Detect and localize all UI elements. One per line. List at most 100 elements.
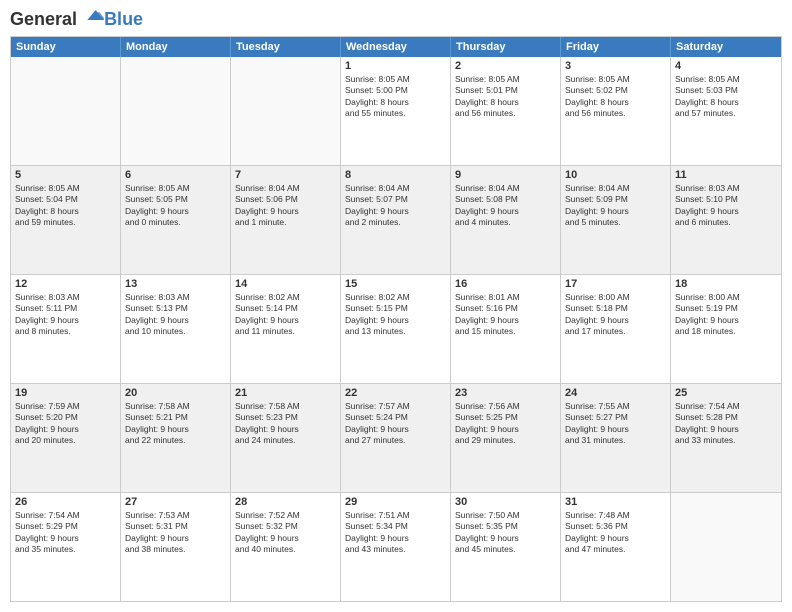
day-number: 25	[675, 387, 777, 399]
day-cell-27: 27 Sunrise: 7:53 AMSunset: 5:31 PMDayligh…	[121, 493, 231, 601]
day-number: 11	[675, 169, 777, 181]
day-info: Sunrise: 8:04 AMSunset: 5:07 PMDaylight:…	[345, 183, 446, 229]
day-info: Sunrise: 7:57 AMSunset: 5:24 PMDaylight:…	[345, 401, 446, 447]
day-number: 18	[675, 278, 777, 290]
day-cell-12: 12 Sunrise: 8:03 AMSunset: 5:11 PMDayligh…	[11, 275, 121, 383]
day-number: 7	[235, 169, 336, 181]
day-cell-21: 21 Sunrise: 7:58 AMSunset: 5:23 PMDayligh…	[231, 384, 341, 492]
day-number: 19	[15, 387, 116, 399]
day-info: Sunrise: 8:02 AMSunset: 5:14 PMDaylight:…	[235, 292, 336, 338]
day-cell-6: 6 Sunrise: 8:05 AMSunset: 5:05 PMDaylight…	[121, 166, 231, 274]
day-info: Sunrise: 8:05 AMSunset: 5:00 PMDaylight:…	[345, 74, 446, 120]
week-row-1: 5 Sunrise: 8:05 AMSunset: 5:04 PMDaylight…	[11, 165, 781, 274]
day-number: 22	[345, 387, 446, 399]
day-number: 12	[15, 278, 116, 290]
calendar: SundayMondayTuesdayWednesdayThursdayFrid…	[10, 36, 782, 602]
day-number: 24	[565, 387, 666, 399]
day-cell-28: 28 Sunrise: 7:52 AMSunset: 5:32 PMDayligh…	[231, 493, 341, 601]
day-info: Sunrise: 8:03 AMSunset: 5:10 PMDaylight:…	[675, 183, 777, 229]
day-cell-3: 3 Sunrise: 8:05 AMSunset: 5:02 PMDaylight…	[561, 57, 671, 165]
week-row-3: 19 Sunrise: 7:59 AMSunset: 5:20 PMDayligh…	[11, 383, 781, 492]
day-cell-10: 10 Sunrise: 8:04 AMSunset: 5:09 PMDayligh…	[561, 166, 671, 274]
day-cell-16: 16 Sunrise: 8:01 AMSunset: 5:16 PMDayligh…	[451, 275, 561, 383]
header-day-thursday: Thursday	[451, 37, 561, 57]
week-row-4: 26 Sunrise: 7:54 AMSunset: 5:29 PMDayligh…	[11, 492, 781, 601]
day-info: Sunrise: 8:05 AMSunset: 5:02 PMDaylight:…	[565, 74, 666, 120]
day-info: Sunrise: 8:02 AMSunset: 5:15 PMDaylight:…	[345, 292, 446, 338]
day-number: 6	[125, 169, 226, 181]
logo: General Blue	[10, 10, 143, 30]
day-number: 1	[345, 60, 446, 72]
day-number: 5	[15, 169, 116, 181]
day-number: 16	[455, 278, 556, 290]
day-info: Sunrise: 8:05 AMSunset: 5:01 PMDaylight:…	[455, 74, 556, 120]
day-cell-5: 5 Sunrise: 8:05 AMSunset: 5:04 PMDaylight…	[11, 166, 121, 274]
day-number: 13	[125, 278, 226, 290]
day-cell-19: 19 Sunrise: 7:59 AMSunset: 5:20 PMDayligh…	[11, 384, 121, 492]
week-row-0: 1 Sunrise: 8:05 AMSunset: 5:00 PMDaylight…	[11, 57, 781, 165]
day-info: Sunrise: 7:56 AMSunset: 5:25 PMDaylight:…	[455, 401, 556, 447]
day-number: 9	[455, 169, 556, 181]
day-info: Sunrise: 8:05 AMSunset: 5:03 PMDaylight:…	[675, 74, 777, 120]
day-number: 30	[455, 496, 556, 508]
day-number: 3	[565, 60, 666, 72]
logo-blue: Blue	[104, 10, 143, 30]
header-day-monday: Monday	[121, 37, 231, 57]
day-info: Sunrise: 7:55 AMSunset: 5:27 PMDaylight:…	[565, 401, 666, 447]
day-info: Sunrise: 8:03 AMSunset: 5:13 PMDaylight:…	[125, 292, 226, 338]
day-number: 23	[455, 387, 556, 399]
empty-cell	[11, 57, 121, 165]
day-number: 31	[565, 496, 666, 508]
header-day-sunday: Sunday	[11, 37, 121, 57]
day-cell-30: 30 Sunrise: 7:50 AMSunset: 5:35 PMDayligh…	[451, 493, 561, 601]
day-cell-24: 24 Sunrise: 7:55 AMSunset: 5:27 PMDayligh…	[561, 384, 671, 492]
empty-cell	[121, 57, 231, 165]
day-cell-7: 7 Sunrise: 8:04 AMSunset: 5:06 PMDaylight…	[231, 166, 341, 274]
day-info: Sunrise: 8:01 AMSunset: 5:16 PMDaylight:…	[455, 292, 556, 338]
day-info: Sunrise: 7:48 AMSunset: 5:36 PMDaylight:…	[565, 510, 666, 556]
day-number: 14	[235, 278, 336, 290]
day-cell-17: 17Sunrise: 8:00 AMSunset: 5:18 PMDayligh…	[561, 275, 671, 383]
header-day-saturday: Saturday	[671, 37, 781, 57]
day-number: 20	[125, 387, 226, 399]
day-info: Sunrise: 7:58 AMSunset: 5:23 PMDaylight:…	[235, 401, 336, 447]
day-cell-14: 14 Sunrise: 8:02 AMSunset: 5:14 PMDayligh…	[231, 275, 341, 383]
day-number: 8	[345, 169, 446, 181]
logo-icon	[84, 5, 104, 25]
week-row-2: 12 Sunrise: 8:03 AMSunset: 5:11 PMDayligh…	[11, 274, 781, 383]
day-info: Sunrise: 8:04 AMSunset: 5:06 PMDaylight:…	[235, 183, 336, 229]
day-cell-2: 2Sunrise: 8:05 AMSunset: 5:01 PMDaylight…	[451, 57, 561, 165]
header-day-tuesday: Tuesday	[231, 37, 341, 57]
day-cell-1: 1 Sunrise: 8:05 AMSunset: 5:00 PMDaylight…	[341, 57, 451, 165]
day-info: Sunrise: 7:59 AMSunset: 5:20 PMDaylight:…	[15, 401, 116, 447]
day-info: Sunrise: 8:03 AMSunset: 5:11 PMDaylight:…	[15, 292, 116, 338]
day-number: 28	[235, 496, 336, 508]
day-info: Sunrise: 7:54 AMSunset: 5:28 PMDaylight:…	[675, 401, 777, 447]
day-info: Sunrise: 7:54 AMSunset: 5:29 PMDaylight:…	[15, 510, 116, 556]
day-info: Sunrise: 7:50 AMSunset: 5:35 PMDaylight:…	[455, 510, 556, 556]
day-info: Sunrise: 7:58 AMSunset: 5:21 PMDaylight:…	[125, 401, 226, 447]
day-cell-9: 9Sunrise: 8:04 AMSunset: 5:08 PMDaylight…	[451, 166, 561, 274]
day-info: Sunrise: 8:04 AMSunset: 5:09 PMDaylight:…	[565, 183, 666, 229]
day-info: Sunrise: 7:52 AMSunset: 5:32 PMDaylight:…	[235, 510, 336, 556]
day-number: 10	[565, 169, 666, 181]
calendar-header: SundayMondayTuesdayWednesdayThursdayFrid…	[11, 37, 781, 57]
day-number: 21	[235, 387, 336, 399]
day-info: Sunrise: 7:53 AMSunset: 5:31 PMDaylight:…	[125, 510, 226, 556]
header-day-wednesday: Wednesday	[341, 37, 451, 57]
day-info: Sunrise: 8:00 AMSunset: 5:19 PMDaylight:…	[675, 292, 777, 338]
day-number: 15	[345, 278, 446, 290]
empty-cell	[671, 493, 781, 601]
day-cell-23: 23 Sunrise: 7:56 AMSunset: 5:25 PMDayligh…	[451, 384, 561, 492]
header: General Blue	[10, 10, 782, 30]
day-cell-11: 11 Sunrise: 8:03 AMSunset: 5:10 PMDayligh…	[671, 166, 781, 274]
day-number: 26	[15, 496, 116, 508]
day-info: Sunrise: 8:05 AMSunset: 5:04 PMDaylight:…	[15, 183, 116, 229]
day-cell-22: 22 Sunrise: 7:57 AMSunset: 5:24 PMDayligh…	[341, 384, 451, 492]
day-info: Sunrise: 8:00 AMSunset: 5:18 PMDaylight:…	[565, 292, 666, 338]
day-cell-25: 25 Sunrise: 7:54 AMSunset: 5:28 PMDayligh…	[671, 384, 781, 492]
header-day-friday: Friday	[561, 37, 671, 57]
day-number: 27	[125, 496, 226, 508]
day-cell-13: 13 Sunrise: 8:03 AMSunset: 5:13 PMDayligh…	[121, 275, 231, 383]
day-info: Sunrise: 8:05 AMSunset: 5:05 PMDaylight:…	[125, 183, 226, 229]
